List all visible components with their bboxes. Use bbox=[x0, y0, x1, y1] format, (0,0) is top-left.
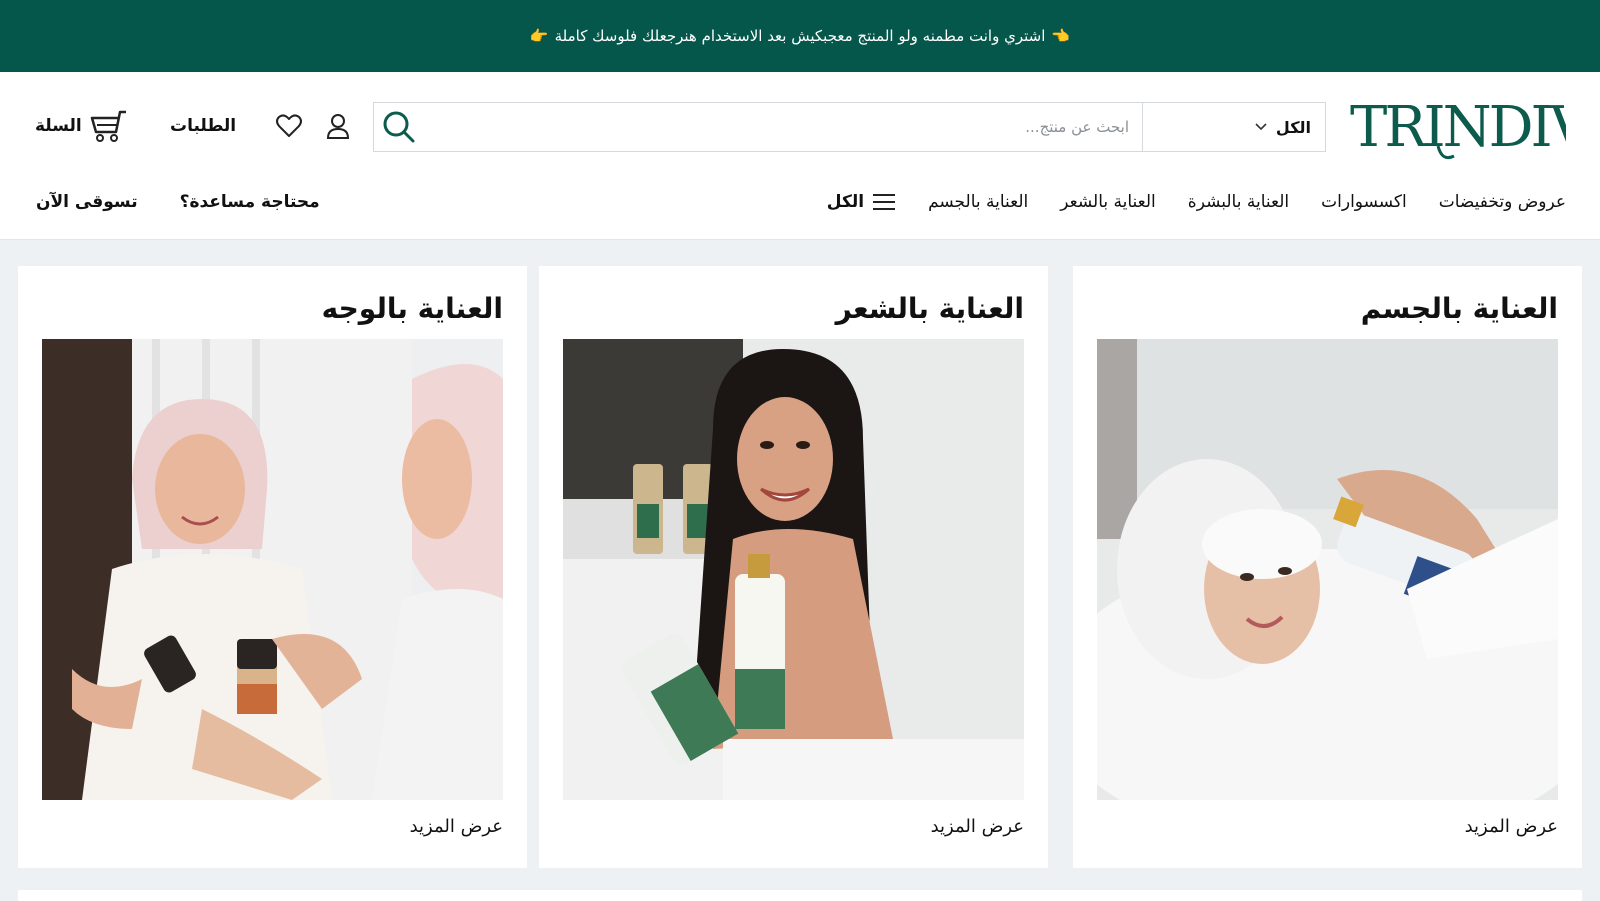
cart-icon bbox=[90, 110, 126, 142]
search-icon[interactable] bbox=[382, 110, 416, 144]
orders-link[interactable]: الطلبات bbox=[170, 116, 236, 136]
hamburger-menu-icon bbox=[873, 194, 896, 210]
card-title: العناية بالشعر bbox=[835, 292, 1024, 325]
promo-banner: 👉 اشتري وانت مطمنه ولو المنتج معجبكيش بع… bbox=[0, 0, 1600, 72]
hair-care-photo[interactable] bbox=[563, 339, 1024, 800]
nav-item-body-care[interactable]: العناية بالجسم bbox=[928, 192, 1028, 212]
card-title: العناية بالوجه bbox=[321, 292, 503, 325]
logo-wordmark: TRINDIVA bbox=[1350, 95, 1566, 160]
nav-item-hair-care[interactable]: العناية بالشعر bbox=[1060, 192, 1156, 212]
card-title: العناية بالجسم bbox=[1360, 292, 1558, 325]
secondary-nav: محتاجة مساعدة؟ تسوقى الآن bbox=[36, 192, 320, 212]
search-input[interactable] bbox=[441, 103, 1141, 151]
nav-item-offers[interactable]: عروض وتخفيضات bbox=[1439, 192, 1566, 212]
view-more-link[interactable]: عرض المزيد bbox=[1465, 816, 1558, 837]
all-categories-menu[interactable]: الكل bbox=[827, 192, 896, 212]
face-care-photo[interactable] bbox=[42, 339, 503, 800]
heart-icon[interactable] bbox=[275, 112, 303, 140]
shop-now-link[interactable]: تسوقى الآن bbox=[36, 192, 138, 212]
view-more-link[interactable]: عرض المزيد bbox=[410, 816, 503, 837]
cart-label: السلة bbox=[35, 116, 82, 136]
chevron-down-icon bbox=[1255, 123, 1267, 131]
category-select[interactable]: الكل bbox=[1142, 103, 1325, 151]
promo-text: اشتري وانت مطمنه ولو المنتج معجبكيش بعد … bbox=[554, 27, 1046, 45]
user-icon[interactable] bbox=[325, 112, 351, 140]
category-select-label: الكل bbox=[1275, 117, 1311, 137]
category-card-hair[interactable]: العناية بالشعر عرض المزيد bbox=[539, 266, 1048, 868]
category-card-face[interactable]: العناية بالوجه عرض المزيد bbox=[18, 266, 527, 868]
pointing-hand-emoji: 👉 bbox=[529, 27, 549, 45]
category-cards: العناية بالجسم عرض المزيد العناية بالشعر… bbox=[18, 266, 1582, 868]
category-card-body[interactable]: العناية بالجسم عرض المزيد bbox=[1073, 266, 1582, 868]
nav-item-accessories[interactable]: اكسسوارات bbox=[1321, 192, 1407, 212]
view-more-link[interactable]: عرض المزيد bbox=[931, 816, 1024, 837]
all-categories-label: الكل bbox=[826, 192, 865, 212]
help-link[interactable]: محتاجة مساعدة؟ bbox=[180, 192, 320, 212]
brand-logo[interactable]: TRINDIVA bbox=[1350, 94, 1600, 164]
site-header: TRINDIVA الكل الطلبات السلة bbox=[0, 72, 1600, 240]
cart-button[interactable]: السلة bbox=[35, 108, 128, 144]
search-bar: الكل bbox=[373, 102, 1326, 152]
pointing-hand-emoji: 👈 bbox=[1051, 27, 1071, 45]
nav-item-skin-care[interactable]: العناية بالبشرة bbox=[1188, 192, 1289, 212]
next-section-edge bbox=[18, 890, 1582, 901]
body-care-photo[interactable] bbox=[1097, 339, 1558, 800]
category-nav: الكل العناية بالجسم العناية بالشعر العنا… bbox=[797, 192, 1566, 212]
